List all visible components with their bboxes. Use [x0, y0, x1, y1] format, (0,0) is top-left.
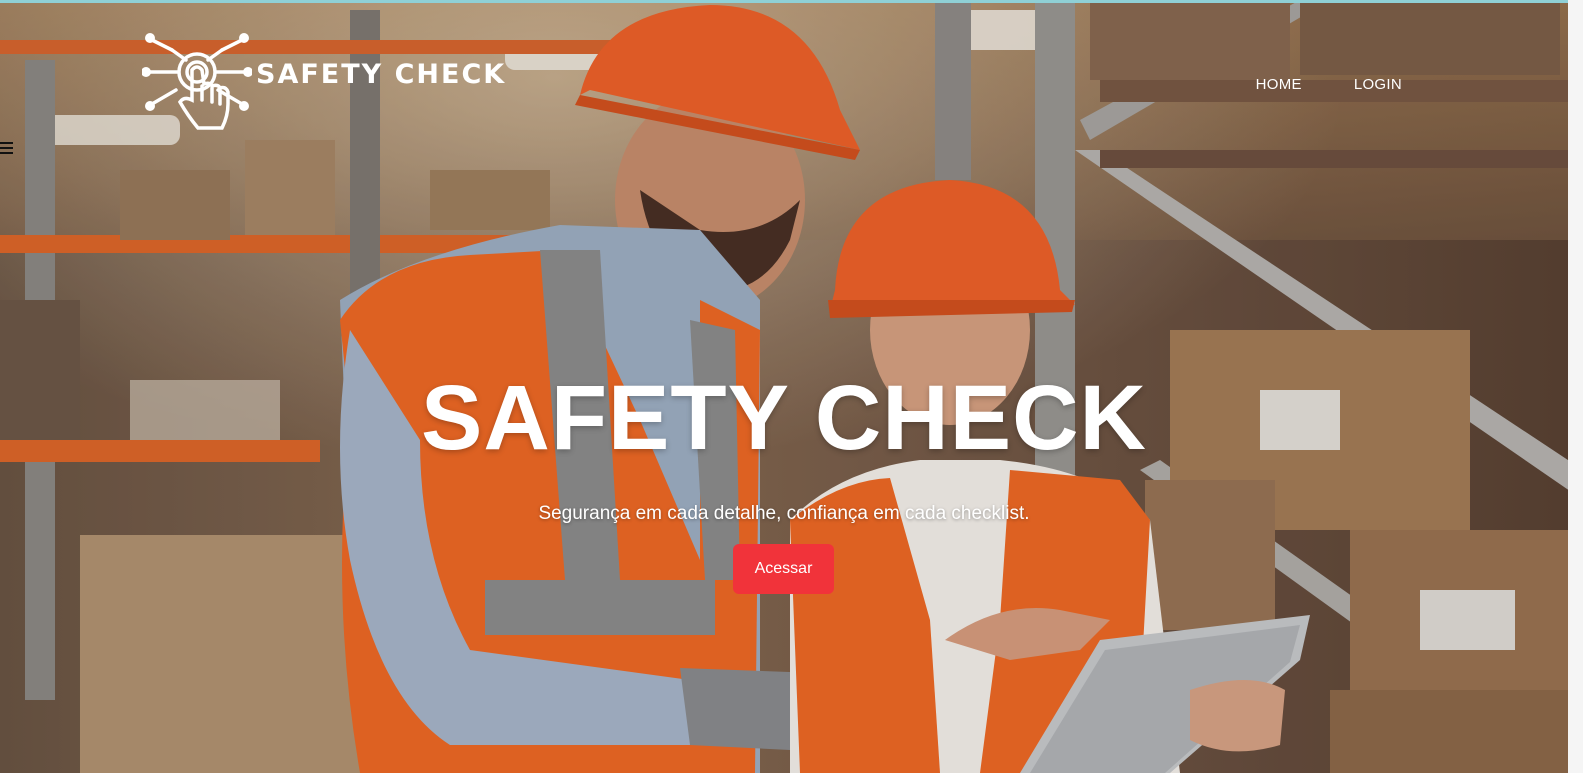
hero-title: SAFETY CHECK — [421, 367, 1147, 469]
main-nav: HOME LOGIN — [1256, 76, 1402, 93]
nav-item-login[interactable]: LOGIN — [1354, 76, 1402, 93]
brand-logo[interactable]: SAFETY CHECK — [142, 30, 506, 136]
top-strip — [0, 0, 1583, 3]
acessar-button[interactable]: Acessar — [733, 544, 834, 594]
landing-page: SAFETY CHECK HOME LOGIN SAFETY CHECK Seg… — [0, 0, 1583, 773]
hamburger-line — [0, 152, 13, 154]
brand-name: SAFETY CHECK — [256, 58, 507, 90]
page-edge — [1568, 0, 1583, 773]
hero-subtitle: Segurança em cada detalhe, confiança em … — [538, 503, 1030, 524]
hamburger-line — [0, 142, 13, 144]
hand-touch-network-icon — [142, 33, 252, 130]
hamburger-line — [0, 147, 13, 149]
nav-item-home[interactable]: HOME — [1256, 76, 1302, 93]
hamburger-menu-icon[interactable] — [0, 142, 14, 154]
